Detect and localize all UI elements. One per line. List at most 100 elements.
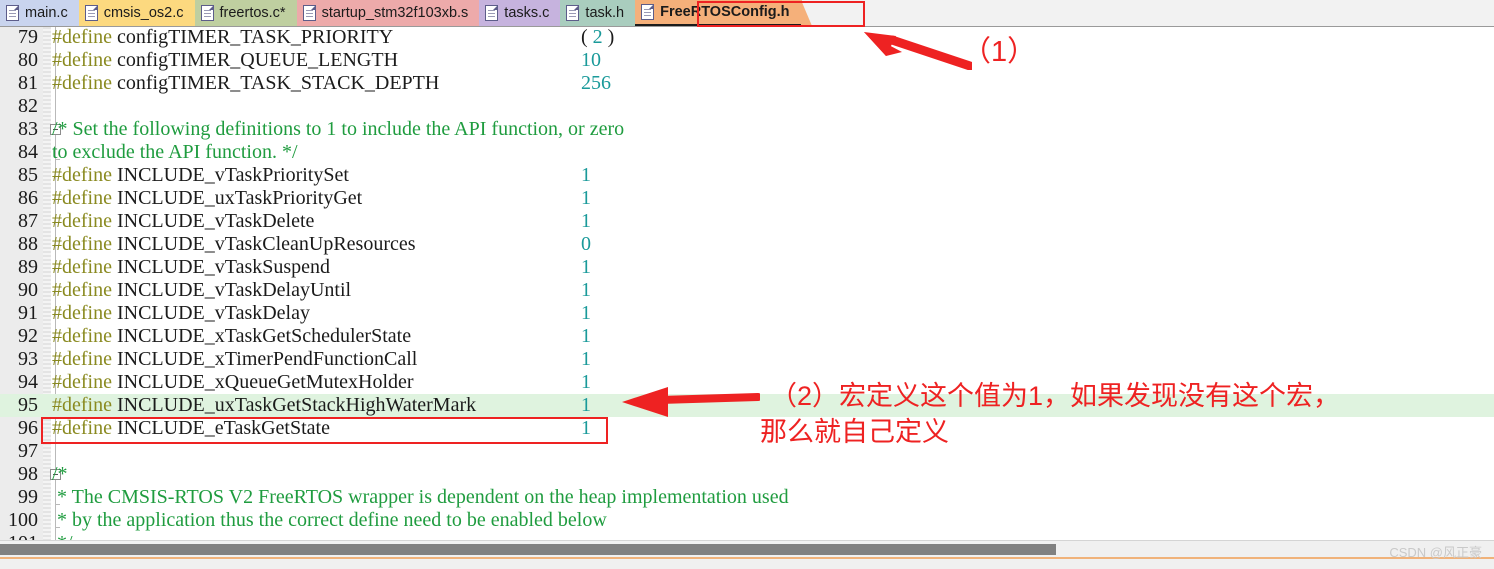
code-line[interactable]: 89 #define INCLUDE_vTaskSuspend 1 (0, 256, 1494, 279)
line-number: 79 (18, 27, 38, 48)
annotation-arrow-2 (622, 387, 760, 417)
macro-value: 1 (581, 417, 591, 439)
macro-value: 1 (581, 256, 591, 278)
preprocessor-keyword: #define (52, 256, 112, 278)
macro-identifier: INCLUDE_xQueueGetMutexHolder (116, 371, 414, 393)
preprocessor-keyword: #define (52, 325, 112, 347)
code-line[interactable]: 82 (0, 95, 1494, 118)
annotation-arrow-1 (864, 32, 972, 70)
line-number: 89 (18, 256, 38, 278)
macro-identifier: INCLUDE_vTaskCleanUpResources (116, 233, 416, 255)
code-text: #define INCLUDE_uxTaskGetStackHighWaterM… (52, 394, 476, 417)
document-icon (84, 5, 98, 21)
code-text-area[interactable]: 79 #define configTIMER_TASK_PRIORITY ( 2 )… (0, 27, 1494, 540)
code-text: #define INCLUDE_xTaskGetSchedulerState (52, 325, 411, 348)
code-line[interactable]: 85 #define INCLUDE_vTaskPrioritySet 1 (0, 164, 1494, 187)
code-line[interactable]: 91 #define INCLUDE_vTaskDelay 1 (0, 302, 1494, 325)
code-line[interactable]: 81 #define configTIMER_TASK_STACK_DEPTH 25… (0, 72, 1494, 95)
editor-tab-main-c[interactable]: main.c (0, 0, 90, 26)
code-line[interactable]: 80 #define configTIMER_QUEUE_LENGTH 10 (0, 49, 1494, 72)
editor-tab-cmsis-os2-c[interactable]: cmsis_os2.c (78, 0, 206, 26)
code-text: #define configTIMER_QUEUE_LENGTH (52, 49, 398, 72)
window-bottom-strip (0, 557, 1494, 569)
macro-value: 1 (581, 279, 591, 301)
code-line[interactable]: 99 * The CMSIS-RTOS V2 FreeRTOS wrapper … (0, 486, 1494, 509)
preprocessor-keyword: #define (52, 27, 112, 48)
code-text: #define INCLUDE_vTaskPrioritySet (52, 164, 349, 187)
macro-value: 1 (581, 325, 591, 347)
document-icon (566, 5, 580, 21)
editor-tab-label: FreeRTOSConfig.h (660, 4, 790, 20)
editor-tab-bar[interactable]: main.c cmsis_os2.c freertos.c* startup_stm3… (0, 0, 1494, 27)
macro-value: 10 (581, 49, 601, 71)
editor-tab-label: freertos.c* (219, 5, 286, 21)
macro-value: 1 (581, 394, 591, 416)
line-number: 83 (18, 118, 38, 140)
macro-identifier: configTIMER_QUEUE_LENGTH (116, 49, 399, 71)
code-text: * by the application thus the correct de… (52, 509, 607, 532)
line-number: 82 (18, 95, 38, 117)
code-line[interactable]: 97 (0, 440, 1494, 463)
preprocessor-keyword: #define (52, 210, 112, 232)
comment-token: * The CMSIS-RTOS V2 FreeRTOS wrapper is … (52, 486, 789, 508)
code-line[interactable]: 86 #define INCLUDE_uxTaskPriorityGet 1 (0, 187, 1494, 210)
code-line[interactable]: 92 #define INCLUDE_xTaskGetSchedulerState… (0, 325, 1494, 348)
code-editor[interactable]: 79 #define configTIMER_TASK_PRIORITY ( 2 )… (0, 27, 1494, 540)
line-number: 87 (18, 210, 38, 232)
line-number: 84 (18, 141, 38, 163)
line-number: 81 (18, 72, 38, 94)
preprocessor-keyword: #define (52, 187, 112, 209)
macro-identifier: INCLUDE_eTaskGetState (116, 417, 330, 439)
editor-tab-freertosconfig-h[interactable]: FreeRTOSConfig.h (635, 0, 812, 26)
scrollbar-thumb[interactable] (0, 544, 1056, 555)
macro-identifier: INCLUDE_xTimerPendFunctionCall (116, 348, 418, 370)
editor-tab-label: startup_stm32f103xb.s (321, 5, 469, 21)
line-number: 99 (18, 486, 38, 508)
line-number: 93 (18, 348, 38, 370)
code-text: #define INCLUDE_vTaskDelay (52, 302, 310, 325)
preprocessor-keyword: #define (52, 394, 112, 416)
macro-identifier: INCLUDE_vTaskDelayUntil (116, 279, 352, 301)
document-icon (302, 5, 316, 21)
macro-value: 1 (581, 371, 591, 393)
line-number: 95 (18, 394, 38, 416)
macro-value: ( 2 ) (581, 27, 615, 48)
code-text: #define configTIMER_TASK_STACK_DEPTH (52, 72, 439, 95)
code-line[interactable]: 93 #define INCLUDE_xTimerPendFunctionCall… (0, 348, 1494, 371)
preprocessor-keyword: #define (52, 417, 112, 439)
preprocessor-keyword: #define (52, 233, 112, 255)
code-line[interactable]: 88 #define INCLUDE_vTaskCleanUpResources 0 (0, 233, 1494, 256)
document-icon (641, 4, 655, 20)
code-line[interactable]: 87 #define INCLUDE_vTaskDelete 1 (0, 210, 1494, 233)
code-line[interactable]: 98 /* (0, 463, 1494, 486)
code-text: #define configTIMER_TASK_PRIORITY (52, 27, 393, 49)
line-number: 101 (0, 532, 38, 540)
line-number: 96 (18, 417, 38, 439)
comment-token: * by the application thus the correct de… (52, 509, 607, 531)
comment-token: to exclude the API function. */ (52, 141, 298, 163)
preprocessor-keyword: #define (52, 371, 112, 393)
annotation-label-1: （1） (962, 36, 1037, 68)
code-line[interactable]: 84 to exclude the API function. */ (0, 141, 1494, 164)
code-line[interactable]: 79 #define configTIMER_TASK_PRIORITY ( 2 ) (0, 27, 1494, 49)
macro-value: 1 (581, 210, 591, 232)
editor-tab-startup-stm32f103xb-s[interactable]: startup_stm32f103xb.s (296, 0, 491, 26)
macro-value: 1 (581, 348, 591, 370)
editor-tab-tasks-c[interactable]: tasks.c (479, 0, 572, 26)
macro-identifier: INCLUDE_vTaskSuspend (116, 256, 331, 278)
line-number: 92 (18, 325, 38, 347)
macro-value: 1 (581, 164, 591, 186)
macro-identifier: INCLUDE_xTaskGetSchedulerState (116, 325, 412, 347)
code-line[interactable]: 100 * by the application thus the correc… (0, 509, 1494, 532)
editor-tab-task-h[interactable]: task.h (560, 0, 647, 26)
line-number: 90 (18, 279, 38, 301)
macro-identifier: INCLUDE_vTaskPrioritySet (116, 164, 349, 186)
code-line[interactable]: 90 #define INCLUDE_vTaskDelayUntil 1 (0, 279, 1494, 302)
editor-tab-label: tasks.c (504, 5, 550, 21)
editor-tab-freertos-c-[interactable]: freertos.c* (194, 0, 308, 26)
line-number: 80 (18, 49, 38, 71)
horizontal-scrollbar[interactable] (0, 540, 1494, 558)
code-line[interactable]: 83 /* Set the following definitions to 1 … (0, 118, 1494, 141)
code-line[interactable]: 101 */ (0, 532, 1494, 540)
macro-value: 1 (581, 302, 591, 324)
